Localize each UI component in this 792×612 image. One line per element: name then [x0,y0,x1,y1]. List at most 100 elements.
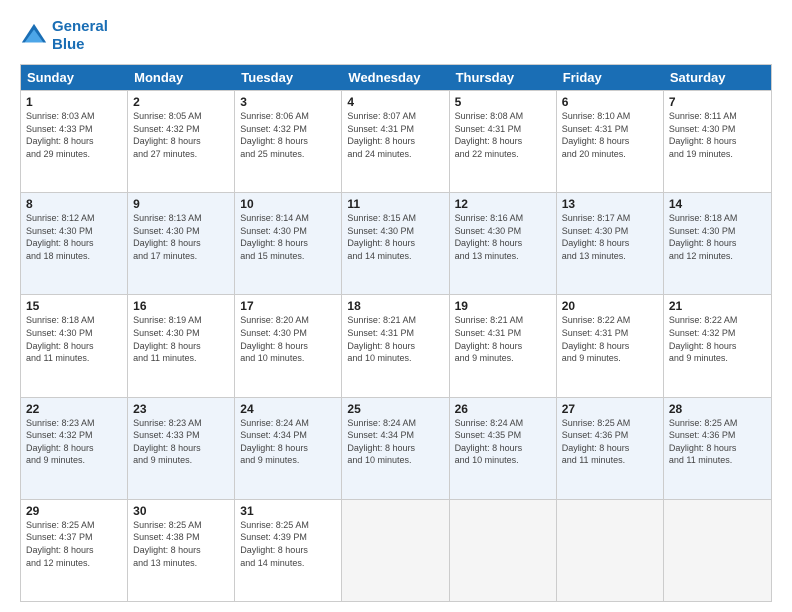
table-row: 7Sunrise: 8:11 AMSunset: 4:30 PMDaylight… [664,91,771,192]
day-info: Sunrise: 8:23 AMSunset: 4:32 PMDaylight:… [26,417,122,467]
day-number: 24 [240,402,336,416]
table-row: 24Sunrise: 8:24 AMSunset: 4:34 PMDayligh… [235,398,342,499]
day-info: Sunrise: 8:08 AMSunset: 4:31 PMDaylight:… [455,110,551,160]
day-info: Sunrise: 8:20 AMSunset: 4:30 PMDaylight:… [240,314,336,364]
day-info: Sunrise: 8:06 AMSunset: 4:32 PMDaylight:… [240,110,336,160]
calendar-row: 22Sunrise: 8:23 AMSunset: 4:32 PMDayligh… [21,397,771,499]
day-info: Sunrise: 8:11 AMSunset: 4:30 PMDaylight:… [669,110,766,160]
day-info: Sunrise: 8:05 AMSunset: 4:32 PMDaylight:… [133,110,229,160]
empty-cell [664,500,771,601]
table-row: 22Sunrise: 8:23 AMSunset: 4:32 PMDayligh… [21,398,128,499]
day-number: 21 [669,299,766,313]
table-row: 13Sunrise: 8:17 AMSunset: 4:30 PMDayligh… [557,193,664,294]
day-info: Sunrise: 8:07 AMSunset: 4:31 PMDaylight:… [347,110,443,160]
day-number: 29 [26,504,122,518]
table-row: 26Sunrise: 8:24 AMSunset: 4:35 PMDayligh… [450,398,557,499]
day-number: 30 [133,504,229,518]
day-info: Sunrise: 8:14 AMSunset: 4:30 PMDaylight:… [240,212,336,262]
day-number: 17 [240,299,336,313]
day-info: Sunrise: 8:16 AMSunset: 4:30 PMDaylight:… [455,212,551,262]
day-info: Sunrise: 8:24 AMSunset: 4:34 PMDaylight:… [347,417,443,467]
day-number: 14 [669,197,766,211]
table-row: 4Sunrise: 8:07 AMSunset: 4:31 PMDaylight… [342,91,449,192]
header-wednesday: Wednesday [342,65,449,90]
day-info: Sunrise: 8:19 AMSunset: 4:30 PMDaylight:… [133,314,229,364]
table-row: 15Sunrise: 8:18 AMSunset: 4:30 PMDayligh… [21,295,128,396]
day-number: 23 [133,402,229,416]
day-info: Sunrise: 8:25 AMSunset: 4:36 PMDaylight:… [562,417,658,467]
day-number: 27 [562,402,658,416]
header-friday: Friday [557,65,664,90]
day-number: 31 [240,504,336,518]
table-row: 18Sunrise: 8:21 AMSunset: 4:31 PMDayligh… [342,295,449,396]
table-row: 21Sunrise: 8:22 AMSunset: 4:32 PMDayligh… [664,295,771,396]
day-number: 2 [133,95,229,109]
day-info: Sunrise: 8:18 AMSunset: 4:30 PMDaylight:… [26,314,122,364]
day-info: Sunrise: 8:22 AMSunset: 4:31 PMDaylight:… [562,314,658,364]
day-info: Sunrise: 8:23 AMSunset: 4:33 PMDaylight:… [133,417,229,467]
day-number: 1 [26,95,122,109]
header-saturday: Saturday [664,65,771,90]
logo-text: General Blue [52,18,108,54]
day-info: Sunrise: 8:25 AMSunset: 4:39 PMDaylight:… [240,519,336,569]
calendar-row: 1Sunrise: 8:03 AMSunset: 4:33 PMDaylight… [21,90,771,192]
table-row: 14Sunrise: 8:18 AMSunset: 4:30 PMDayligh… [664,193,771,294]
calendar-row: 8Sunrise: 8:12 AMSunset: 4:30 PMDaylight… [21,192,771,294]
empty-cell [450,500,557,601]
day-number: 13 [562,197,658,211]
header: General Blue [20,18,772,54]
table-row: 25Sunrise: 8:24 AMSunset: 4:34 PMDayligh… [342,398,449,499]
day-info: Sunrise: 8:17 AMSunset: 4:30 PMDaylight:… [562,212,658,262]
empty-cell [557,500,664,601]
day-number: 22 [26,402,122,416]
calendar-row: 15Sunrise: 8:18 AMSunset: 4:30 PMDayligh… [21,294,771,396]
table-row: 6Sunrise: 8:10 AMSunset: 4:31 PMDaylight… [557,91,664,192]
calendar: Sunday Monday Tuesday Wednesday Thursday… [20,64,772,602]
calendar-header: Sunday Monday Tuesday Wednesday Thursday… [21,65,771,90]
header-sunday: Sunday [21,65,128,90]
day-info: Sunrise: 8:25 AMSunset: 4:37 PMDaylight:… [26,519,122,569]
calendar-page: General Blue Sunday Monday Tuesday Wedne… [0,0,792,612]
table-row: 12Sunrise: 8:16 AMSunset: 4:30 PMDayligh… [450,193,557,294]
day-number: 20 [562,299,658,313]
table-row: 17Sunrise: 8:20 AMSunset: 4:30 PMDayligh… [235,295,342,396]
header-monday: Monday [128,65,235,90]
day-number: 10 [240,197,336,211]
header-tuesday: Tuesday [235,65,342,90]
empty-cell [342,500,449,601]
day-info: Sunrise: 8:21 AMSunset: 4:31 PMDaylight:… [455,314,551,364]
day-number: 3 [240,95,336,109]
day-number: 6 [562,95,658,109]
day-number: 28 [669,402,766,416]
day-number: 12 [455,197,551,211]
table-row: 8Sunrise: 8:12 AMSunset: 4:30 PMDaylight… [21,193,128,294]
day-number: 19 [455,299,551,313]
day-number: 9 [133,197,229,211]
day-number: 11 [347,197,443,211]
day-info: Sunrise: 8:25 AMSunset: 4:36 PMDaylight:… [669,417,766,467]
day-info: Sunrise: 8:24 AMSunset: 4:34 PMDaylight:… [240,417,336,467]
table-row: 10Sunrise: 8:14 AMSunset: 4:30 PMDayligh… [235,193,342,294]
table-row: 2Sunrise: 8:05 AMSunset: 4:32 PMDaylight… [128,91,235,192]
table-row: 16Sunrise: 8:19 AMSunset: 4:30 PMDayligh… [128,295,235,396]
day-info: Sunrise: 8:03 AMSunset: 4:33 PMDaylight:… [26,110,122,160]
calendar-body: 1Sunrise: 8:03 AMSunset: 4:33 PMDaylight… [21,90,771,601]
table-row: 29Sunrise: 8:25 AMSunset: 4:37 PMDayligh… [21,500,128,601]
table-row: 27Sunrise: 8:25 AMSunset: 4:36 PMDayligh… [557,398,664,499]
table-row: 19Sunrise: 8:21 AMSunset: 4:31 PMDayligh… [450,295,557,396]
logo: General Blue [20,18,108,54]
table-row: 9Sunrise: 8:13 AMSunset: 4:30 PMDaylight… [128,193,235,294]
header-thursday: Thursday [450,65,557,90]
day-info: Sunrise: 8:24 AMSunset: 4:35 PMDaylight:… [455,417,551,467]
day-info: Sunrise: 8:13 AMSunset: 4:30 PMDaylight:… [133,212,229,262]
table-row: 23Sunrise: 8:23 AMSunset: 4:33 PMDayligh… [128,398,235,499]
logo-icon [20,22,48,50]
day-info: Sunrise: 8:25 AMSunset: 4:38 PMDaylight:… [133,519,229,569]
table-row: 5Sunrise: 8:08 AMSunset: 4:31 PMDaylight… [450,91,557,192]
day-info: Sunrise: 8:18 AMSunset: 4:30 PMDaylight:… [669,212,766,262]
day-number: 4 [347,95,443,109]
day-number: 15 [26,299,122,313]
day-info: Sunrise: 8:21 AMSunset: 4:31 PMDaylight:… [347,314,443,364]
table-row: 28Sunrise: 8:25 AMSunset: 4:36 PMDayligh… [664,398,771,499]
day-number: 8 [26,197,122,211]
